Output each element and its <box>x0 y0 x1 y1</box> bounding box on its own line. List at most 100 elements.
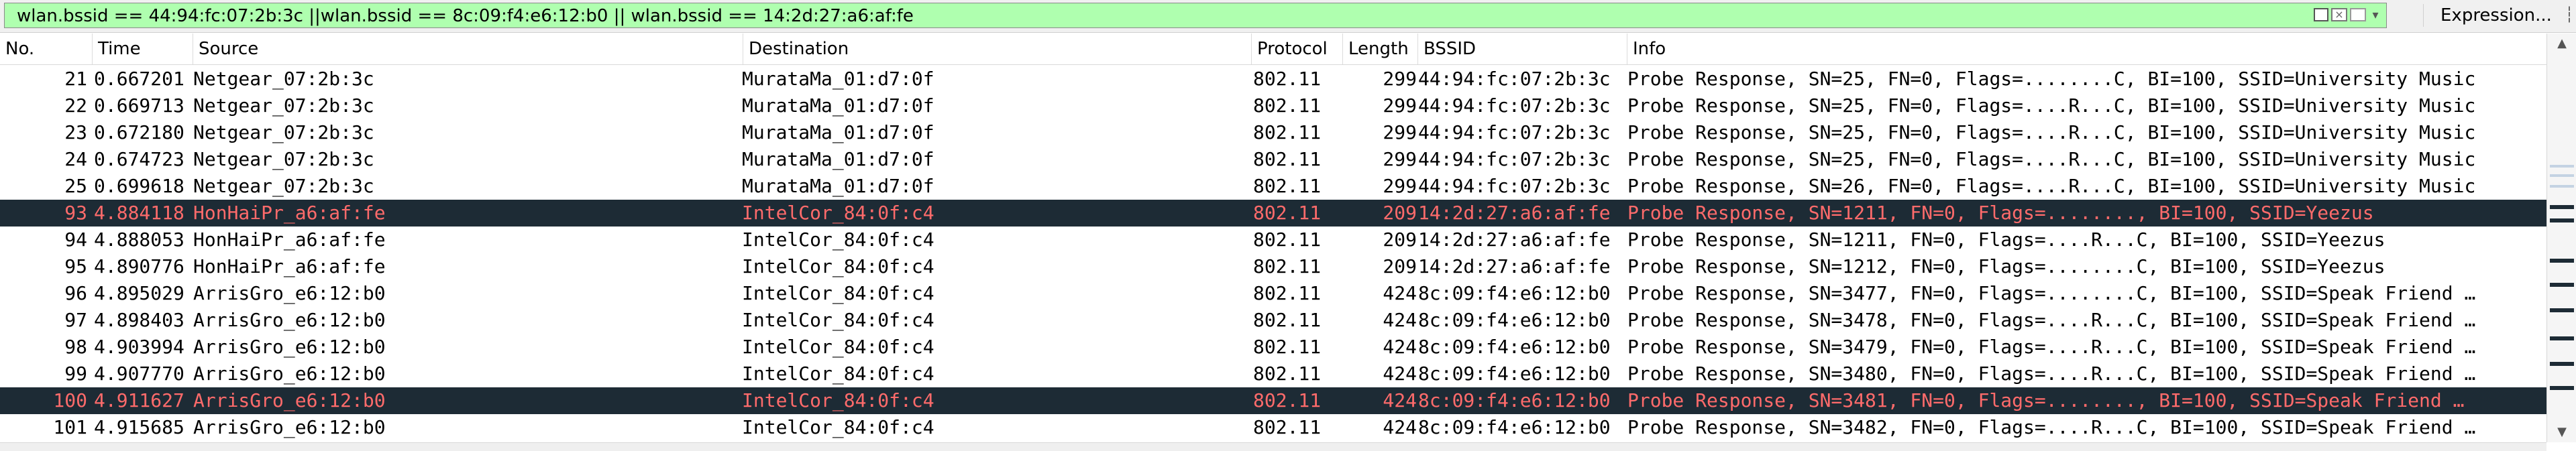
packet-cell-protocol: 802.11 <box>1253 255 1322 277</box>
packet-cell-protocol: 802.11 <box>1253 309 1322 331</box>
packet-cell-destination: IntelCor_84:0f:c4 <box>742 336 934 358</box>
packet-list-scrollbar[interactable]: ▲ ▼ <box>2546 34 2576 442</box>
packet-cell-time: 0.669713 <box>94 94 184 117</box>
packet-cell-length: 299 <box>1383 94 1417 117</box>
packet-cell-bssid: 8c:09:f4:e6:12:b0 <box>1418 336 1611 358</box>
packet-cell-time: 4.898403 <box>94 309 184 331</box>
packet-cell-no: 95 <box>64 255 87 277</box>
packet-cell-info: Probe Response, SN=3480, FN=0, Flags=...… <box>1627 363 2476 385</box>
clear-icon[interactable]: × <box>2331 8 2347 21</box>
packet-cell-time: 0.674723 <box>94 148 184 170</box>
packet-cell-protocol: 802.11 <box>1253 389 1322 411</box>
packet-row[interactable]: 96 4.895029 ArrisGro_e6:12:b0 IntelCor_84:0… <box>0 280 2546 307</box>
column-header-bssid[interactable]: BSSID <box>1418 34 1627 64</box>
packet-cell-protocol: 802.11 <box>1253 148 1322 170</box>
packet-cell-source: HonHaiPr_a6:af:fe <box>193 255 386 277</box>
packet-cell-source: HonHaiPr_a6:af:fe <box>193 229 386 251</box>
packet-cell-time: 4.895029 <box>94 282 184 304</box>
minimap-mark <box>2550 308 2574 312</box>
packet-cell-destination: IntelCor_84:0f:c4 <box>742 255 934 277</box>
packet-cell-protocol: 802.11 <box>1253 416 1322 438</box>
packet-cell-length: 299 <box>1383 148 1417 170</box>
packet-cell-bssid: 14:2d:27:a6:af:fe <box>1418 229 1611 251</box>
packet-cell-time: 4.911627 <box>94 389 184 411</box>
packet-cell-source: Netgear_07:2b:3c <box>193 148 374 170</box>
packet-cell-no: 97 <box>64 309 87 331</box>
toolbar-overflow-icon[interactable]: ┆ <box>2563 4 2576 27</box>
packet-cell-bssid: 44:94:fc:07:2b:3c <box>1418 68 1611 90</box>
minimap-mark <box>2550 185 2574 188</box>
expression-button[interactable]: Expression... <box>2430 3 2552 28</box>
scroll-up-icon[interactable]: ▲ <box>2547 34 2576 54</box>
packet-cell-source: ArrisGro_e6:12:b0 <box>193 282 386 304</box>
packet-cell-info: Probe Response, SN=3477, FN=0, Flags=...… <box>1627 282 2476 304</box>
packet-row[interactable]: 95 4.890776 HonHaiPr_a6:af:fe IntelCor_84:0… <box>0 253 2546 280</box>
packet-cell-protocol: 802.11 <box>1253 175 1322 197</box>
packet-row[interactable]: 93 4.884118 HonHaiPr_a6:af:fe IntelCor_84:0… <box>0 200 2546 227</box>
column-header-time[interactable]: Time <box>93 34 193 64</box>
packet-cell-destination: IntelCor_84:0f:c4 <box>742 202 934 224</box>
minimap-mark <box>2550 336 2574 340</box>
packet-row[interactable]: 22 0.669713 Netgear_07:2b:3c MurataMa_01:d7… <box>0 92 2546 119</box>
apply-icon[interactable] <box>2350 8 2366 21</box>
packet-cell-source: HonHaiPr_a6:af:fe <box>193 202 386 224</box>
packet-cell-time: 4.884118 <box>94 202 184 224</box>
packet-row[interactable]: 100 4.911627 ArrisGro_e6:12:b0 IntelCor_84:… <box>0 387 2546 414</box>
packet-cell-info: Probe Response, SN=3479, FN=0, Flags=...… <box>1627 336 2476 358</box>
packet-cell-length: 299 <box>1383 121 1417 143</box>
packet-cell-protocol: 802.11 <box>1253 121 1322 143</box>
packet-cell-info: Probe Response, SN=3478, FN=0, Flags=...… <box>1627 309 2476 331</box>
packet-cell-destination: MurataMa_01:d7:0f <box>742 68 934 90</box>
history-dropdown-icon[interactable]: ▾ <box>2369 7 2382 23</box>
bookmark-icon[interactable] <box>2314 8 2328 21</box>
scroll-down-icon[interactable]: ▼ <box>2547 422 2576 442</box>
packet-cell-protocol: 802.11 <box>1253 202 1322 224</box>
packet-cell-time: 0.699618 <box>94 175 184 197</box>
packet-row[interactable]: 23 0.672180 Netgear_07:2b:3c MurataMa_01:d7… <box>0 119 2546 146</box>
packet-cell-source: Netgear_07:2b:3c <box>193 121 374 143</box>
packet-cell-length: 299 <box>1383 68 1417 90</box>
packet-cell-info: Probe Response, SN=3481, FN=0, Flags=...… <box>1627 389 2465 411</box>
packet-cell-time: 4.890776 <box>94 255 184 277</box>
packet-cell-time: 4.903994 <box>94 336 184 358</box>
packet-cell-no: 24 <box>64 148 87 170</box>
packet-row[interactable]: 99 4.907770 ArrisGro_e6:12:b0 IntelCor_84:0… <box>0 361 2546 387</box>
packet-cell-length: 209 <box>1383 229 1417 251</box>
packet-cell-source: Netgear_07:2b:3c <box>193 175 374 197</box>
packet-row[interactable]: 25 0.699618 Netgear_07:2b:3c MurataMa_01:d7… <box>0 173 2546 200</box>
packet-row[interactable]: 94 4.888053 HonHaiPr_a6:af:fe IntelCor_84:0… <box>0 227 2546 253</box>
minimap-mark <box>2550 165 2574 168</box>
packet-cell-length: 424 <box>1383 336 1417 358</box>
packet-row[interactable]: 97 4.898403 ArrisGro_e6:12:b0 IntelCor_84:0… <box>0 307 2546 334</box>
column-header-length[interactable]: Length <box>1343 34 1418 64</box>
packet-cell-protocol: 802.11 <box>1253 282 1322 304</box>
minimap-mark <box>2550 218 2574 222</box>
packet-cell-length: 424 <box>1383 389 1417 411</box>
packet-cell-protocol: 802.11 <box>1253 229 1322 251</box>
packet-row[interactable]: 101 4.915685 ArrisGro_e6:12:b0 IntelCor_84:… <box>0 414 2546 441</box>
packet-row[interactable]: 98 4.903994 ArrisGro_e6:12:b0 IntelCor_84:0… <box>0 334 2546 361</box>
packet-cell-source: Netgear_07:2b:3c <box>193 94 374 117</box>
packet-cell-length: 424 <box>1383 363 1417 385</box>
packet-cell-info: Probe Response, SN=3482, FN=0, Flags=...… <box>1627 416 2476 438</box>
packet-cell-destination: IntelCor_84:0f:c4 <box>742 389 934 411</box>
column-header-protocol[interactable]: Protocol <box>1252 34 1343 64</box>
packet-cell-no: 100 <box>53 389 87 411</box>
minimap-mark <box>2550 259 2574 263</box>
horizontal-scrollbar[interactable] <box>0 442 2546 451</box>
packet-cell-no: 98 <box>64 336 87 358</box>
column-header-source[interactable]: Source <box>193 34 743 64</box>
packet-row[interactable]: 24 0.674723 Netgear_07:2b:3c MurataMa_01:d7… <box>0 146 2546 173</box>
packet-cell-length: 424 <box>1383 282 1417 304</box>
packet-row[interactable]: 21 0.667201 Netgear_07:2b:3c MurataMa_01:d7… <box>0 66 2546 92</box>
column-header-destination[interactable]: Destination <box>743 34 1252 64</box>
display-filter-text: wlan.bssid == 44:94:fc:07:2b:3c ||wlan.b… <box>17 6 914 26</box>
column-header-info[interactable]: Info <box>1627 34 2546 64</box>
packet-cell-info: Probe Response, SN=26, FN=0, Flags=....R… <box>1627 175 2476 197</box>
column-header-no[interactable]: No. <box>0 34 93 64</box>
packet-cell-source: ArrisGro_e6:12:b0 <box>193 336 386 358</box>
display-filter-toolbar: wlan.bssid == 44:94:fc:07:2b:3c ||wlan.b… <box>0 0 2576 33</box>
packet-cell-info: Probe Response, SN=1211, FN=0, Flags=...… <box>1627 202 2374 224</box>
display-filter-input[interactable]: wlan.bssid == 44:94:fc:07:2b:3c ||wlan.b… <box>4 3 2387 28</box>
packet-cell-length: 424 <box>1383 309 1417 331</box>
